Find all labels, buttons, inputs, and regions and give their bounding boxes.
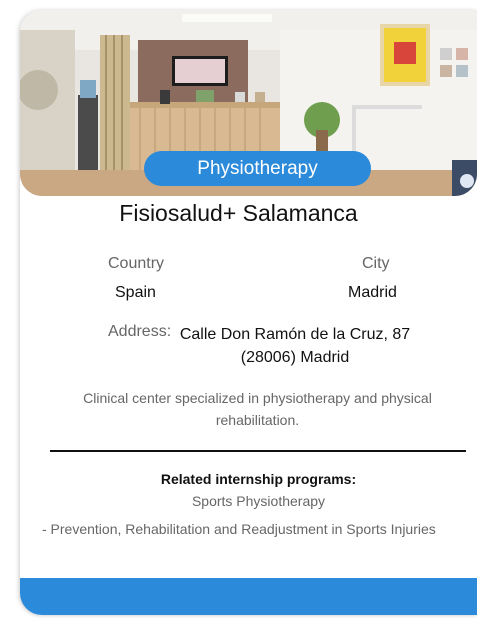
related-program-item[interactable]: - Prevention, Rehabilitation and Readjus…: [42, 521, 436, 537]
address-value: Calle Don Ramón de la Cruz, 87 (28006) M…: [179, 326, 411, 366]
city-label: City: [362, 255, 390, 272]
category-badge: Physiotherapy: [144, 151, 371, 186]
center-name: Fisiosalud+ Salamanca: [119, 200, 358, 226]
card-footer-bar[interactable]: [20, 578, 477, 615]
country-value: Spain: [115, 284, 156, 301]
divider: [50, 450, 466, 452]
related-program-item[interactable]: Sports Physiotherapy: [0, 493, 477, 509]
address-label: Address:: [108, 323, 172, 340]
related-programs-title: Related internship programs:: [160, 471, 357, 487]
city-value: Madrid: [348, 284, 397, 301]
clinic-photo: Physiotherapy: [20, 10, 477, 196]
country-label: Country: [108, 255, 165, 272]
center-description: Clinical center specialized in physiothe…: [83, 390, 432, 428]
